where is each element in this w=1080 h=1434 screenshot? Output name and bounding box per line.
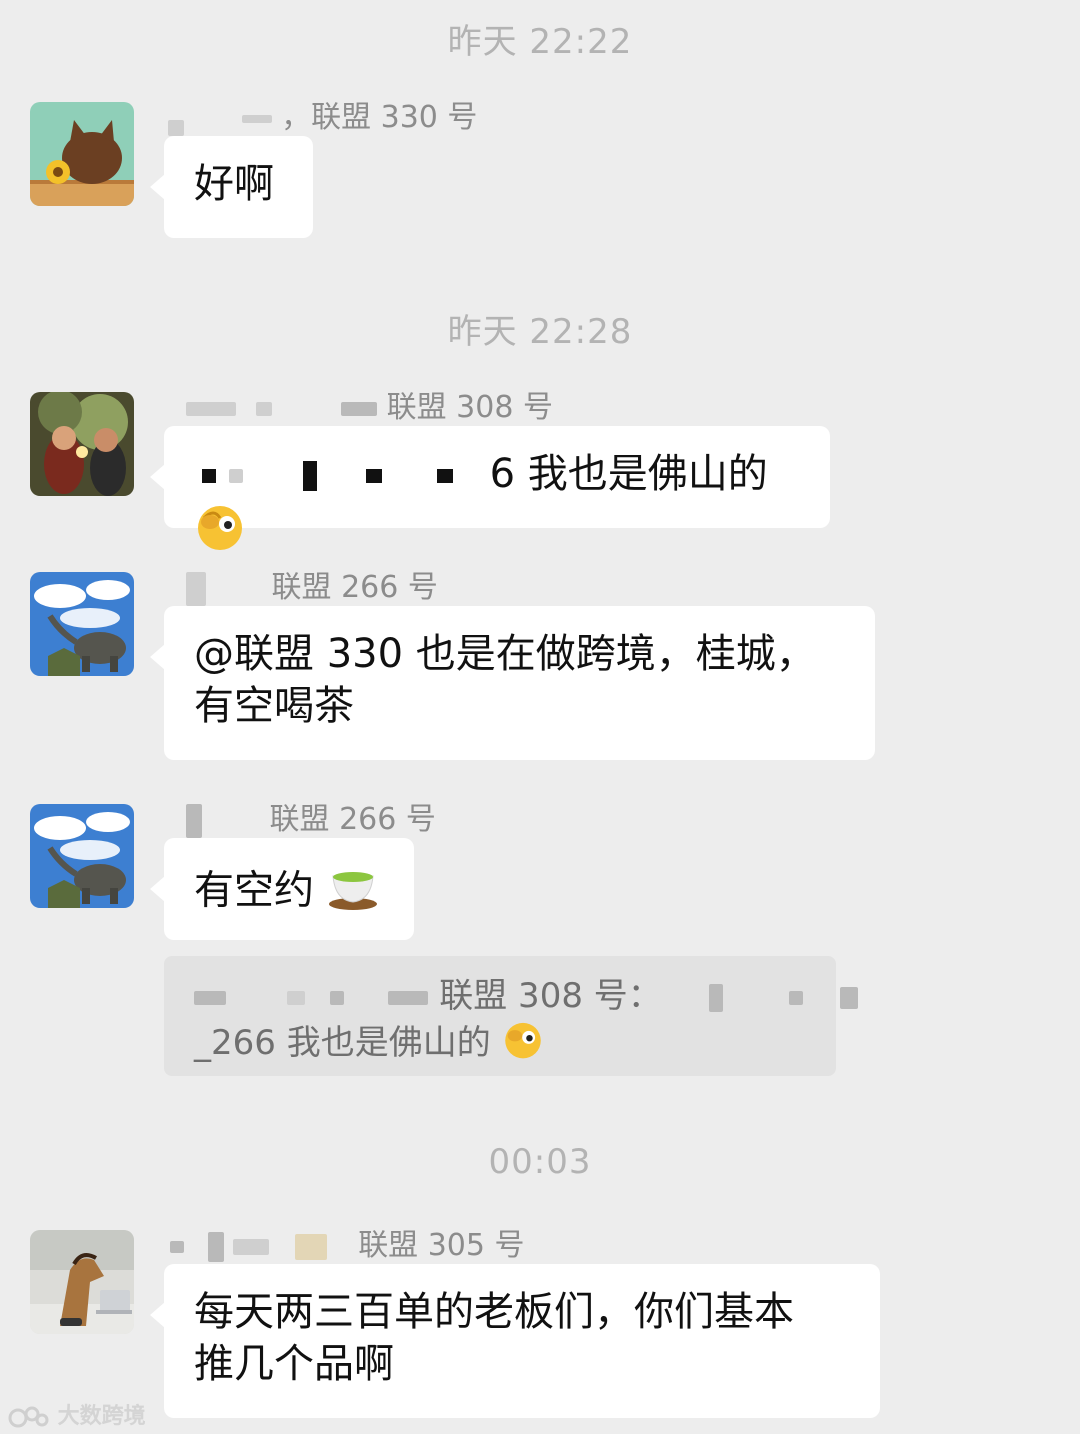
message-bubble[interactable]: 好啊 — [150, 136, 313, 238]
redaction — [436, 469, 453, 483]
redaction — [241, 114, 272, 123]
sender-name: ，联盟 330 号 — [168, 92, 477, 136]
redaction — [255, 401, 272, 416]
redaction — [228, 469, 243, 483]
timestamp: 00:03 — [488, 1142, 592, 1182]
timestamp: 昨天 22:28 — [447, 312, 633, 352]
avatar[interactable] — [30, 102, 134, 206]
quote-text: _266 我也是佛山的 — [194, 1023, 491, 1063]
redaction — [186, 803, 202, 838]
avatar[interactable] — [30, 572, 134, 676]
horse-laptop-avatar-icon — [30, 1230, 134, 1334]
message-bubble[interactable]: 有空约 — [150, 838, 414, 940]
redaction — [840, 986, 859, 1009]
redaction — [233, 1238, 270, 1255]
sender-name: 联盟 266 号 — [186, 562, 438, 606]
watermark: 大数跨境 — [8, 1398, 146, 1430]
redaction — [366, 469, 383, 483]
message-text: 每天两三百单的老板们，你们基本 — [194, 1289, 794, 1335]
message-bubble[interactable]: 每天两三百单的老板们，你们基本 推几个品啊 — [150, 1264, 880, 1418]
redaction — [168, 119, 184, 136]
message-text: 好啊 — [194, 161, 274, 207]
redaction — [329, 990, 344, 1005]
message-text: 有空喝茶 — [194, 683, 354, 729]
redaction — [202, 469, 216, 483]
elephant-statue-avatar-icon — [30, 572, 134, 676]
redaction — [186, 571, 206, 606]
redaction — [388, 990, 429, 1005]
sender-name: 联盟 266 号 — [186, 794, 436, 838]
redaction — [286, 990, 305, 1005]
redaction — [789, 990, 804, 1005]
quote-sender: 联盟 308 号： — [439, 976, 662, 1016]
redaction — [294, 1233, 327, 1260]
eye-wink-emoji-icon — [194, 500, 246, 565]
redaction — [207, 1231, 224, 1262]
redaction — [303, 461, 318, 491]
sender-name: 联盟 308 号 — [186, 382, 553, 425]
redaction — [708, 983, 723, 1012]
quoted-message[interactable]: 联盟 308 号： _266 我也是佛山的 — [164, 956, 859, 1076]
avatar[interactable] — [30, 1230, 134, 1334]
message-text: @联盟 330 也是在做跨境，桂城， — [194, 631, 816, 677]
redaction — [186, 401, 236, 416]
elephant-statue-avatar-icon — [30, 804, 134, 908]
avatar[interactable] — [30, 392, 134, 496]
cat-sunflower-avatar-icon — [30, 102, 134, 206]
timestamp: 昨天 22:22 — [447, 22, 633, 62]
redaction — [194, 990, 226, 1005]
watermark-logo-icon — [8, 1406, 49, 1428]
message-text: 6 我也是佛山的 — [489, 451, 768, 497]
message-bubble[interactable]: @联盟 330 也是在做跨境，桂城， 有空喝茶 — [150, 606, 875, 760]
tea-cup-emoji-icon — [327, 860, 379, 925]
message-text: 推几个品啊 — [194, 1341, 394, 1387]
eye-wink-emoji-icon — [502, 1018, 544, 1071]
redaction — [341, 401, 378, 416]
redaction — [170, 1240, 184, 1253]
message-text: 有空约 — [194, 867, 314, 914]
message-bubble[interactable]: 6 我也是佛山的 — [150, 426, 830, 550]
avatar[interactable] — [30, 804, 134, 908]
couple-photo-avatar-icon — [30, 392, 134, 496]
sender-name: 联盟 305 号 — [170, 1220, 525, 1263]
